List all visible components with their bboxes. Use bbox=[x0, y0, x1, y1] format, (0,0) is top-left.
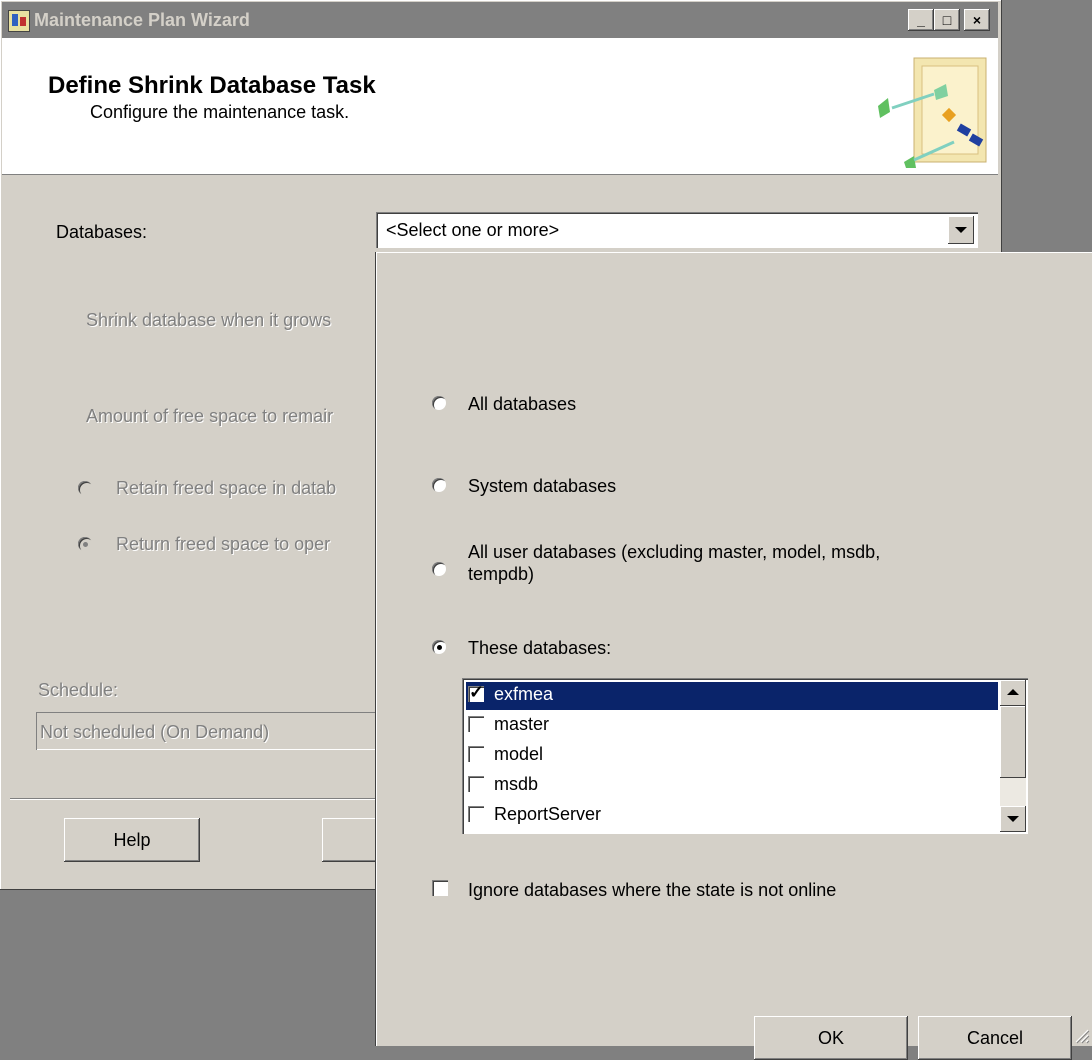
database-checklist[interactable]: exfmea master model msdb ReportServer bbox=[462, 678, 1028, 834]
list-scrollbar[interactable] bbox=[1000, 680, 1026, 832]
radio-selected-icon bbox=[432, 640, 446, 654]
database-name: exfmea bbox=[494, 684, 554, 704]
databases-combo[interactable]: <Select one or more> bbox=[376, 212, 978, 248]
checkbox-icon[interactable] bbox=[468, 776, 484, 792]
scrollbar-thumb[interactable] bbox=[1000, 706, 1026, 778]
database-name: ReportServer bbox=[494, 804, 602, 824]
radio-icon bbox=[432, 562, 446, 576]
ok-button[interactable]: OK bbox=[754, 1016, 908, 1060]
database-name: master bbox=[494, 714, 550, 734]
databases-dropdown-popup: All databases System databases All user … bbox=[376, 252, 1092, 1060]
cancel-button[interactable]: Cancel bbox=[918, 1016, 1072, 1060]
page-title: Define Shrink Database Task bbox=[48, 72, 376, 99]
radio-icon bbox=[78, 481, 92, 495]
chevron-down-icon[interactable] bbox=[948, 216, 974, 244]
all-databases-label: All databases bbox=[468, 394, 577, 414]
checkbox-icon[interactable] bbox=[432, 880, 448, 896]
help-button[interactable]: Help bbox=[64, 818, 200, 862]
resize-grip-icon[interactable] bbox=[1070, 1024, 1090, 1044]
schedule-label: Schedule: bbox=[38, 680, 119, 700]
radio-icon bbox=[432, 478, 446, 492]
scroll-up-icon[interactable] bbox=[1000, 680, 1026, 706]
all-user-databases-label-line1: All user databases (excluding master, mo… bbox=[468, 542, 881, 562]
checkbox-icon[interactable] bbox=[468, 806, 484, 822]
schedule-field: Not scheduled (On Demand) bbox=[36, 712, 416, 750]
radio-selected-icon bbox=[78, 537, 92, 551]
close-button[interactable]: × bbox=[964, 9, 990, 31]
databases-label: Databases: bbox=[56, 222, 148, 242]
system-databases-label: System databases bbox=[468, 476, 617, 496]
window-title: Maintenance Plan Wizard bbox=[34, 10, 250, 30]
list-item[interactable]: master bbox=[466, 712, 998, 740]
radio-icon bbox=[432, 396, 446, 410]
retain-freed-space-label: Retain freed space in datab bbox=[116, 478, 337, 498]
checkbox-checked-icon[interactable] bbox=[468, 682, 484, 703]
minimize-button[interactable]: _ bbox=[908, 9, 934, 31]
ignore-offline-label: Ignore databases where the state is not … bbox=[468, 880, 837, 900]
wizard-diagram-icon bbox=[878, 57, 987, 168]
free-space-amount-label: Amount of free space to remair bbox=[86, 406, 334, 426]
shrink-when-grows-label: Shrink database when it grows bbox=[86, 310, 332, 330]
databases-combo-value: <Select one or more> bbox=[386, 220, 560, 240]
list-item[interactable]: msdb bbox=[466, 772, 998, 800]
all-user-databases-label-line2: tempdb) bbox=[468, 564, 535, 584]
maximize-button[interactable]: □ bbox=[934, 9, 960, 31]
list-item[interactable]: ReportServer bbox=[466, 802, 998, 830]
checkbox-icon[interactable] bbox=[468, 716, 484, 732]
checkbox-icon[interactable] bbox=[468, 746, 484, 762]
database-name: msdb bbox=[494, 774, 539, 794]
list-item[interactable]: model bbox=[466, 742, 998, 770]
scroll-down-icon[interactable] bbox=[1000, 806, 1026, 832]
page-subtitle: Configure the maintenance task. bbox=[90, 102, 350, 122]
wizard-app-icon bbox=[8, 10, 30, 32]
title-bar[interactable]: Maintenance Plan Wizard _ □ × bbox=[2, 2, 998, 38]
database-name: model bbox=[494, 744, 544, 764]
these-databases-label: These databases: bbox=[468, 638, 612, 658]
wizard-header: Define Shrink Database Task Configure th… bbox=[2, 38, 998, 175]
schedule-value: Not scheduled (On Demand) bbox=[40, 722, 270, 742]
return-freed-space-label: Return freed space to oper bbox=[116, 534, 331, 554]
list-item[interactable]: exfmea bbox=[466, 682, 998, 710]
